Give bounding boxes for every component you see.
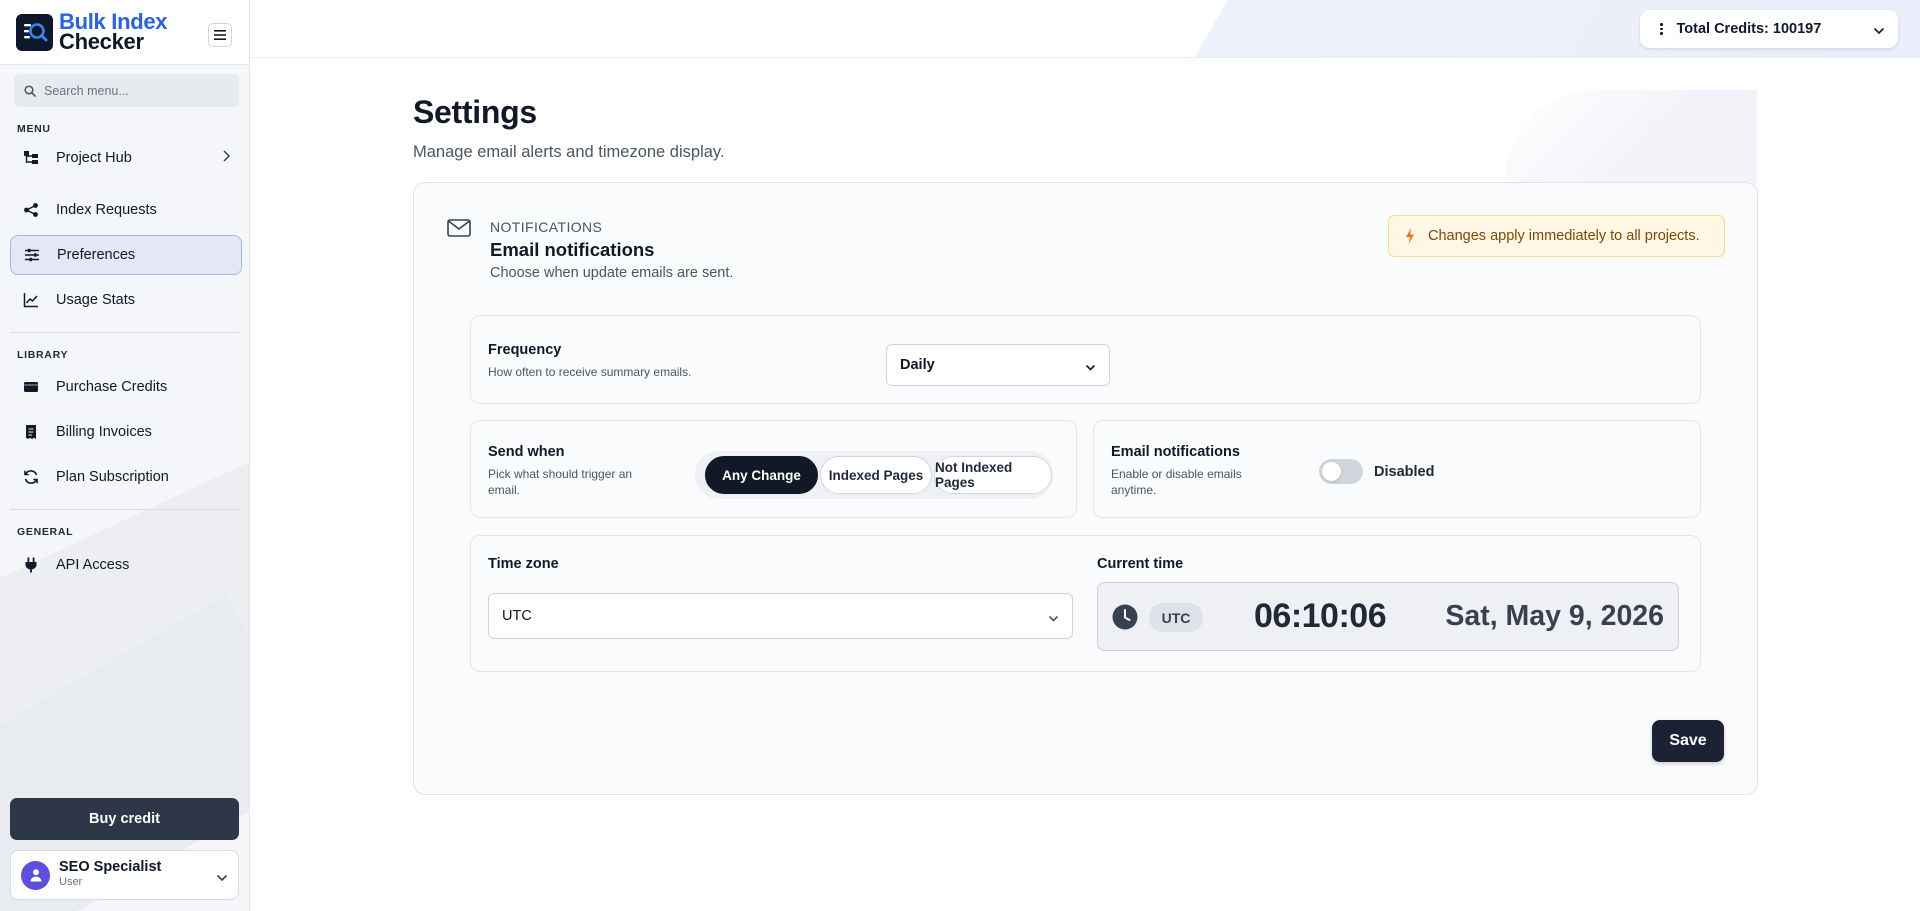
timezone-select[interactable]: UTC	[488, 593, 1073, 639]
section-label-menu: MENU	[17, 123, 51, 135]
save-button[interactable]: Save	[1652, 720, 1724, 762]
sidebar-item-label: Preferences	[57, 247, 136, 263]
sidebar-item-api-access[interactable]: API Access	[10, 545, 242, 585]
receipt-icon	[22, 423, 40, 441]
sidebar-item-preferences[interactable]: Preferences	[10, 235, 242, 275]
section-eyebrow: NOTIFICATIONS	[490, 219, 603, 235]
sidebar-item-label: Project Hub	[56, 150, 132, 166]
credits-label: Total Credits: 100197	[1676, 21, 1822, 37]
timezone-value: UTC	[502, 608, 532, 624]
menu-toggle-button[interactable]	[208, 23, 232, 47]
chevron-down-icon	[1873, 23, 1885, 39]
notice-text: Changes apply immediately to all project…	[1428, 228, 1700, 244]
refresh-icon	[22, 468, 40, 486]
send-when-panel: Send when Pick what should trigger an em…	[470, 420, 1077, 518]
more-vertical-icon	[1660, 23, 1663, 35]
page-title: Settings	[413, 94, 537, 130]
line-chart-icon	[22, 291, 40, 309]
divider	[10, 509, 239, 510]
sliders-icon	[23, 246, 41, 264]
frequency-select[interactable]: Daily	[886, 344, 1110, 386]
sidebar-item-label: Billing Invoices	[56, 424, 152, 440]
user-menu[interactable]: SEO Specialist User	[10, 850, 239, 900]
toggle-state-label: Disabled	[1374, 464, 1435, 480]
sidebar-item-label: Usage Stats	[56, 292, 135, 308]
wallet-icon	[22, 378, 40, 396]
notice-banner: Changes apply immediately to all project…	[1388, 215, 1725, 257]
section-label-general: GENERAL	[17, 526, 74, 538]
sidebar-item-label: API Access	[56, 557, 130, 573]
user-name: SEO Specialist	[59, 859, 162, 875]
sidebar-item-project-hub[interactable]: Project Hub	[10, 138, 242, 178]
send-when-label: Send when	[488, 444, 565, 460]
menu-icon	[214, 30, 226, 40]
frequency-label: Frequency	[488, 342, 562, 358]
page-subtitle: Manage email alerts and timezone display…	[413, 143, 725, 161]
sidebar-item-purchase-credits[interactable]: Purchase Credits	[10, 367, 242, 407]
clock-icon	[1112, 604, 1138, 635]
search-placeholder: Search menu...	[44, 83, 129, 98]
sidebar-item-usage-stats[interactable]: Usage Stats	[10, 280, 242, 320]
clock-time: 06:10:06	[1254, 597, 1387, 635]
brand-name: Bulk Index Checker	[59, 9, 168, 54]
mail-icon	[447, 219, 471, 242]
current-time-label: Current time	[1097, 556, 1184, 572]
email-toggle-panel: Email notifications Enable or disable em…	[1093, 420, 1701, 518]
buy-credit-button[interactable]: Buy credit	[10, 798, 239, 840]
option-not-indexed-pages[interactable]: Not Indexed Pages	[934, 456, 1052, 494]
notifications-card: NOTIFICATIONS Email notifications Choose…	[413, 182, 1758, 795]
lightning-icon	[1406, 228, 1414, 244]
hierarchy-icon	[22, 149, 40, 167]
divider	[10, 332, 239, 333]
sidebar: Bulk Index Checker Search menu... MENU P…	[0, 0, 250, 911]
sidebar-item-label: Index Requests	[56, 202, 157, 218]
timezone-badge: UTC	[1149, 603, 1203, 632]
credits-dropdown[interactable]: Total Credits: 100197	[1640, 10, 1898, 48]
option-indexed-pages[interactable]: Indexed Pages	[820, 456, 932, 494]
email-toggle-help: Enable or disable emails anytime.	[1111, 467, 1242, 497]
plug-icon	[22, 556, 40, 574]
trigger-segmented-control: Any Change Indexed Pages Not Indexed Pag…	[695, 451, 1053, 499]
send-when-help: Pick what should trigger an email.	[488, 467, 633, 497]
card-title: Email notifications	[490, 239, 655, 260]
chevron-down-icon	[1085, 360, 1096, 376]
email-notifications-toggle[interactable]	[1319, 459, 1363, 484]
chevron-right-icon	[222, 150, 231, 166]
search-icon	[24, 84, 36, 97]
clock-date: Sat, May 9, 2026	[1445, 600, 1664, 632]
chevron-down-icon	[216, 869, 228, 887]
sidebar-item-label: Plan Subscription	[56, 469, 169, 485]
user-role: User	[59, 876, 83, 888]
sidebar-item-label: Purchase Credits	[56, 379, 168, 395]
brand-header: Bulk Index Checker	[0, 0, 249, 65]
section-label-library: LIBRARY	[17, 349, 69, 361]
timezone-panel: Time zone UTC Current time UTC 06:10:06 …	[470, 535, 1701, 672]
current-time-display: UTC 06:10:06 Sat, May 9, 2026	[1097, 582, 1679, 651]
user-icon	[30, 869, 41, 882]
timezone-label: Time zone	[488, 556, 559, 572]
option-any-change[interactable]: Any Change	[705, 456, 818, 494]
chevron-down-icon	[1048, 611, 1059, 627]
frequency-value: Daily	[900, 357, 935, 373]
frequency-panel: Frequency How often to receive summary e…	[470, 315, 1701, 404]
sidebar-item-billing-invoices[interactable]: Billing Invoices	[10, 412, 242, 452]
email-toggle-label: Email notifications	[1111, 444, 1240, 460]
frequency-help: How often to receive summary emails.	[488, 365, 692, 379]
avatar	[21, 860, 50, 890]
sidebar-item-index-requests[interactable]: Index Requests	[10, 190, 242, 230]
search-input[interactable]: Search menu...	[14, 74, 239, 107]
card-description: Choose when update emails are sent.	[490, 265, 734, 281]
logo-icon	[16, 13, 53, 51]
sidebar-item-plan-subscription[interactable]: Plan Subscription	[10, 457, 242, 497]
share-nodes-icon	[22, 201, 40, 219]
